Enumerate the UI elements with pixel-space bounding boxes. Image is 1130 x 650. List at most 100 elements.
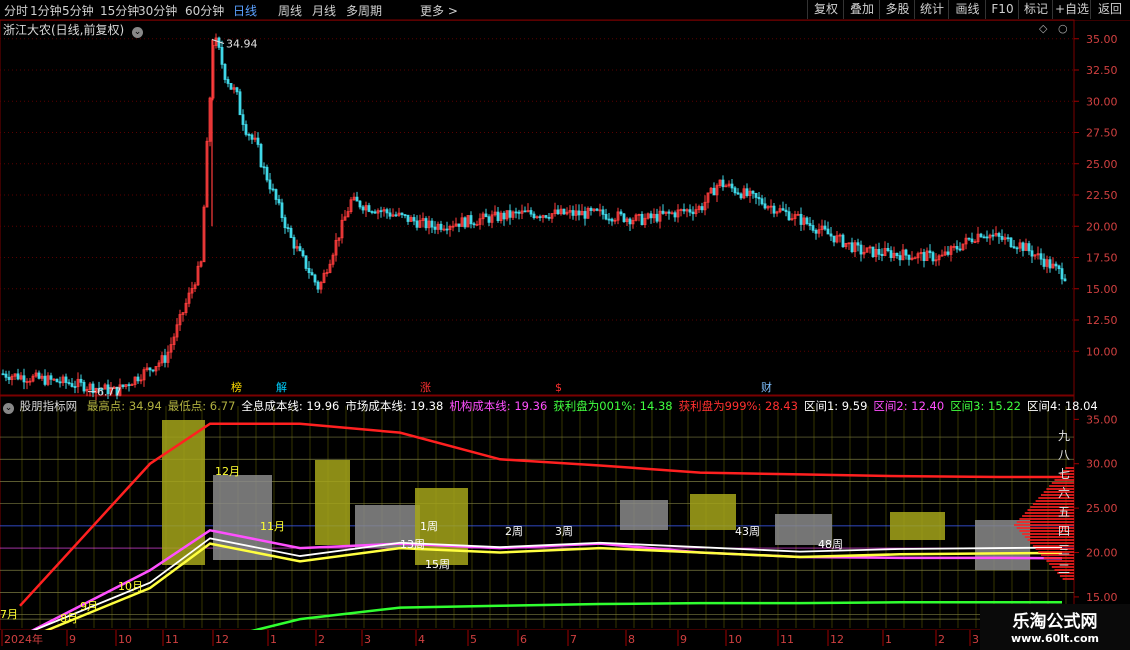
x-label-19: 3 — [972, 633, 979, 646]
candle-body — [439, 223, 443, 230]
candle-body — [931, 252, 935, 262]
candle-body — [808, 223, 812, 226]
indicator-stat-8: 区间2: 12.40 — [873, 399, 945, 413]
candle-body — [547, 216, 551, 219]
candle-body — [445, 228, 449, 231]
candle-body — [787, 211, 791, 221]
candle-body — [502, 212, 506, 220]
candle-body — [310, 272, 314, 276]
candle-body — [877, 248, 881, 255]
candle-body — [784, 209, 788, 213]
x-label-15: 11 — [780, 633, 794, 646]
candle-body — [1057, 265, 1061, 270]
indicator-stat-3: 市场成本线: 19.38 — [345, 399, 444, 413]
candle-body — [754, 192, 758, 198]
candle-body — [1006, 237, 1010, 240]
main-y-label-6: 20.00 — [1086, 220, 1118, 233]
candle-body — [307, 268, 311, 274]
candle-body — [763, 203, 767, 209]
candle-body — [712, 187, 716, 196]
indicator-stat-10: 区间4: 18.04 — [1026, 399, 1098, 413]
candle-body — [649, 213, 653, 219]
period-label-8: 1周 — [420, 520, 438, 533]
indicator-stat-2: 全息成本线: 19.96 — [241, 399, 340, 413]
main-y-label-7: 17.50 — [1086, 252, 1118, 265]
candle-body — [379, 210, 383, 213]
candle-body — [907, 254, 911, 260]
candle-body — [367, 205, 371, 212]
indicator-stat-0: 最高点: 34.94 — [86, 399, 162, 413]
candle-body — [898, 255, 902, 261]
period-label-10: 3周 — [555, 525, 573, 538]
x-label-7: 3 — [364, 633, 371, 646]
candle-body — [619, 211, 623, 215]
candle-body — [517, 211, 521, 214]
candle-body — [946, 251, 950, 255]
main-y-label-3: 27.50 — [1086, 127, 1118, 140]
x-label-6: 2 — [318, 633, 325, 646]
candle-body — [217, 37, 221, 48]
candle-body — [226, 79, 230, 84]
kline-chart: 35.00 32.50 30.00 27.50 25.00 22.50 20.00 17.50… — [0, 19, 1130, 650]
candle-body — [607, 218, 611, 221]
candle-body — [256, 137, 260, 145]
candle-body — [841, 234, 845, 248]
period-label-12: 48周 — [818, 538, 843, 551]
chevron-down-icon[interactable]: ⌄ — [132, 27, 144, 38]
candle-body — [1000, 236, 1004, 240]
right-char-4: 五 — [1058, 505, 1070, 519]
candle-body — [298, 246, 302, 252]
x-label-18: 2 — [938, 633, 945, 646]
candle-body — [472, 223, 476, 226]
x-label-9: 5 — [470, 633, 477, 646]
indicator-stat-6: 获利盘为999%: 28.43 — [678, 399, 798, 413]
indicator-name: 股朋指标网 — [19, 399, 78, 413]
candle-body — [661, 210, 665, 214]
candle-body — [463, 217, 467, 228]
candle-body — [757, 197, 761, 200]
candle-body — [370, 211, 374, 213]
indicator-stat-5: 获利盘为001%: 14.38 — [553, 399, 673, 413]
candle-body — [601, 209, 605, 215]
candle-body — [997, 233, 1001, 237]
x-label-0: 2024年 — [4, 632, 43, 646]
candle-body — [721, 179, 725, 188]
candle-body — [1042, 258, 1046, 267]
watermark-url: www.60lt.com — [1010, 632, 1100, 645]
candle-body — [1027, 243, 1031, 252]
candle-body — [922, 252, 926, 262]
right-char-2: 七 — [1058, 467, 1070, 481]
candle-body — [982, 236, 986, 239]
candle-body — [991, 234, 995, 237]
candle-body — [457, 223, 461, 227]
main-frame — [0, 19, 1075, 396]
candle-body — [904, 249, 908, 256]
candle-body — [151, 369, 155, 372]
candle-body — [223, 63, 227, 80]
candle-body — [733, 187, 737, 194]
settings-circle-icon[interactable]: ○ — [1058, 22, 1068, 35]
stock-title-bar: 浙江大农(日线,前复权) ⌄ — [3, 21, 144, 38]
candle-body — [244, 124, 248, 135]
candle-body — [880, 253, 884, 256]
candle-body — [523, 210, 527, 213]
candle-body — [4, 373, 8, 378]
main-y-label-0: 35.00 — [1086, 33, 1118, 46]
candle-body — [955, 246, 959, 250]
candle-body — [913, 257, 917, 260]
candle-body — [433, 226, 437, 230]
x-label-3: 11 — [165, 633, 179, 646]
right-char-0: 九 — [1058, 429, 1070, 443]
chevron-down-icon[interactable]: ⌄ — [3, 403, 14, 414]
diamond-icon[interactable]: ◇ — [1039, 22, 1047, 35]
candle-body — [412, 217, 416, 222]
candle-body — [277, 199, 281, 204]
candle-body — [688, 209, 692, 213]
x-label-12: 8 — [628, 633, 635, 646]
period-label-4: 8月 — [60, 612, 78, 625]
candle-body — [544, 215, 548, 218]
candle-body — [1030, 250, 1034, 257]
indicator-stat-7: 区间1: 9.59 — [803, 399, 868, 413]
x-label-10: 6 — [520, 633, 527, 646]
event-marker-1: 解 — [276, 380, 287, 394]
